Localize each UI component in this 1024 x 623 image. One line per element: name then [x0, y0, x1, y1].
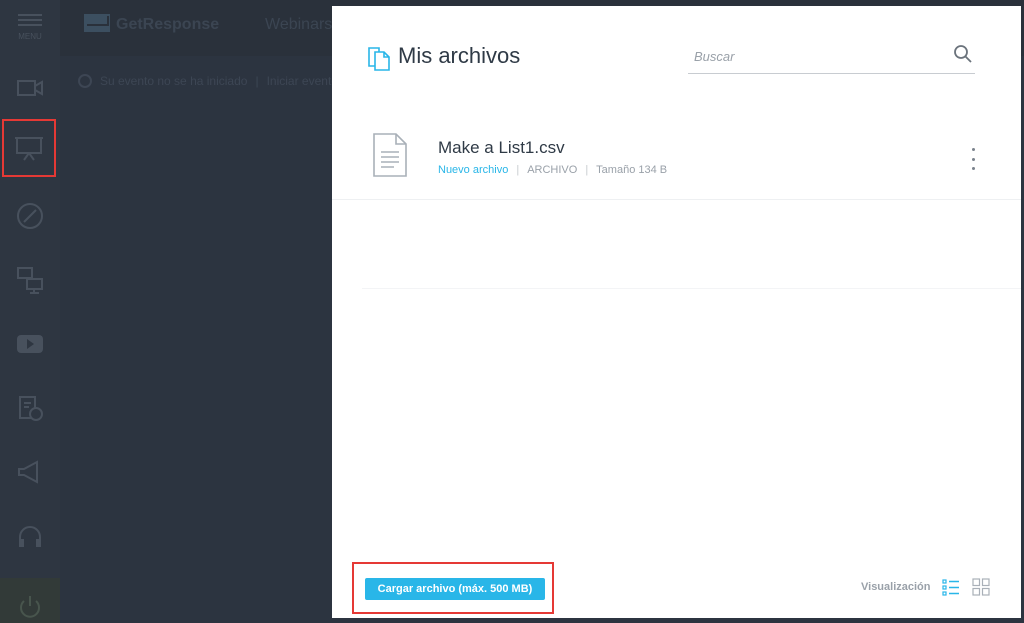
- file-status: Nuevo archivo: [438, 164, 509, 176]
- pen-icon: [17, 203, 43, 229]
- event-status-text: Su evento no se ha iniciado: [100, 74, 248, 88]
- sidebar-item-survey[interactable]: [0, 378, 60, 438]
- search-box: [688, 40, 975, 74]
- sidebar-item-youtube[interactable]: [0, 314, 60, 374]
- power-icon: [20, 596, 40, 618]
- section-title: Webinars: [265, 16, 333, 33]
- youtube-icon: [17, 335, 43, 353]
- video-icon: [17, 80, 43, 96]
- view-label: Visualización: [861, 581, 931, 593]
- sidebar-item-power[interactable]: [0, 578, 60, 623]
- event-status-bar: Su evento no se ha iniciado | Iniciar ev…: [78, 74, 338, 88]
- clock-icon: [78, 74, 92, 88]
- upload-file-button[interactable]: Cargar archivo (máx. 500 MB): [365, 578, 545, 600]
- meta-separator: |: [585, 164, 589, 176]
- headset-icon: [19, 526, 41, 547]
- file-meta: Nuevo archivo | ARCHIVO | Tamaño 134 B: [438, 164, 667, 176]
- files-modal: Mis archivos Make a List1.csv Nuevo arch…: [332, 6, 1021, 618]
- kebab-icon[interactable]: [967, 148, 979, 170]
- screen-share-icon: [17, 267, 43, 294]
- start-event-link[interactable]: Iniciar evento: [267, 74, 338, 88]
- grid-view-icon[interactable]: [972, 578, 990, 596]
- divider: [362, 288, 1021, 289]
- sidebar-item-video[interactable]: [0, 58, 60, 118]
- file-row[interactable]: Make a List1.csv Nuevo archivo | ARCHIVO…: [332, 118, 1021, 200]
- sidebar: MENU: [0, 0, 60, 623]
- list-view-icon[interactable]: [942, 578, 960, 596]
- hamburger-icon: [18, 14, 42, 26]
- file-name[interactable]: Make a List1.csv: [438, 138, 565, 158]
- search-icon[interactable]: [953, 44, 973, 64]
- modal-title: Mis archivos: [398, 43, 521, 68]
- presentation-icon: [15, 137, 43, 161]
- event-separator: |: [255, 74, 259, 88]
- menu-button[interactable]: MENU: [0, 0, 60, 56]
- survey-icon: [19, 396, 43, 421]
- file-type: ARCHIVO: [527, 164, 578, 176]
- sidebar-item-presentation[interactable]: [2, 119, 56, 177]
- brand-name: GetResponse: [116, 16, 220, 33]
- sidebar-item-screen-share[interactable]: [0, 250, 60, 310]
- sidebar-item-support[interactable]: [0, 508, 60, 568]
- meta-separator: |: [516, 164, 520, 176]
- getresponse-logo-icon: [84, 14, 110, 32]
- sidebar-item-marketing[interactable]: [0, 442, 60, 502]
- modal-header: Mis archivos: [332, 6, 1021, 106]
- upload-highlight: Cargar archivo (máx. 500 MB): [352, 562, 554, 614]
- files-icon: [368, 47, 390, 71]
- megaphone-icon: [18, 460, 38, 484]
- search-input[interactable]: [694, 42, 944, 70]
- file-size: Tamaño 134 B: [596, 164, 668, 176]
- document-icon: [373, 133, 407, 177]
- menu-label: MENU: [18, 32, 42, 41]
- sidebar-item-whiteboard[interactable]: [0, 186, 60, 246]
